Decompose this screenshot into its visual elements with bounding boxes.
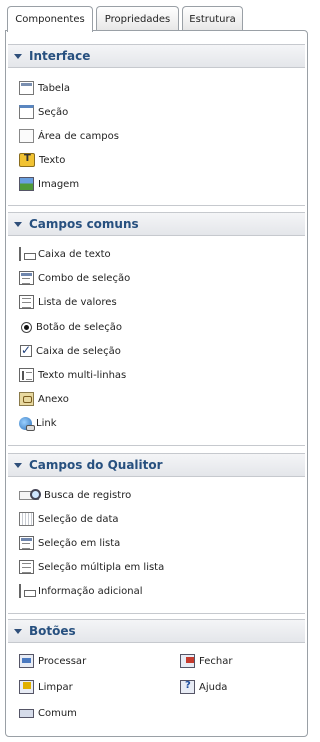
component-tabela[interactable]: Tabela (19, 80, 70, 96)
tab-bar: Componentes Propriedades Estrutura (0, 0, 315, 32)
combo-icon (19, 271, 34, 285)
component-caixa-de-texto[interactable]: Caixa de texto (19, 246, 111, 262)
list-select-icon (19, 536, 34, 550)
image-icon (19, 177, 34, 191)
section-botoes: Botões Processar Fechar Limpar Ajuda Com… (8, 619, 305, 742)
field-area-icon (19, 129, 34, 143)
collapse-triangle-icon (14, 628, 22, 634)
component-anexo[interactable]: Anexo (19, 391, 69, 407)
tab-propriedades[interactable]: Propriedades (96, 6, 179, 31)
section-header-campos-do-qualitor[interactable]: Campos do Qualitor (8, 453, 305, 477)
component-processar[interactable]: Processar (19, 653, 86, 669)
section-campos-comuns: Campos comuns Caixa de texto Combo de se… (8, 212, 305, 446)
tab-estrutura[interactable]: Estrutura (182, 6, 243, 31)
text-icon (19, 153, 35, 167)
component-selecao-multipla-em-lista[interactable]: Seleção múltipla em lista (19, 559, 164, 575)
collapse-triangle-icon (14, 462, 22, 468)
component-texto-multi-linhas[interactable]: Texto multi-linhas (19, 367, 126, 383)
multi-list-icon (19, 560, 34, 574)
component-ajuda[interactable]: Ajuda (180, 679, 227, 695)
component-informacao-adicional[interactable]: Informação adicional (19, 583, 143, 599)
section-title: Botões (29, 624, 76, 638)
link-icon (19, 416, 35, 431)
tab-componentes[interactable]: Componentes (7, 6, 93, 32)
section-header-campos-comuns[interactable]: Campos comuns (8, 212, 305, 236)
component-fechar[interactable]: Fechar (180, 653, 232, 669)
component-selecao-em-lista[interactable]: Seleção em lista (19, 535, 120, 551)
component-secao[interactable]: Seção (19, 104, 68, 120)
section-header-botoes[interactable]: Botões (8, 619, 305, 643)
section-campos-do-qualitor: Campos do Qualitor Busca de registro Sel… (8, 453, 305, 614)
radio-icon (21, 321, 32, 333)
checkbox-icon (20, 343, 32, 357)
collapse-triangle-icon (14, 221, 22, 227)
section-title: Campos do Qualitor (29, 458, 163, 472)
section-icon (19, 105, 34, 119)
component-area-de-campos[interactable]: Área de campos (19, 128, 119, 144)
section-title: Campos comuns (29, 217, 139, 231)
components-panel: Interface Tabela Seção Área de campos Te… (5, 30, 308, 737)
list-icon (19, 295, 34, 309)
attachment-icon (19, 392, 34, 406)
textbox-icon (19, 247, 36, 261)
component-imagem[interactable]: Imagem (19, 176, 79, 192)
common-button-icon (19, 708, 34, 718)
section-header-interface[interactable]: Interface (8, 44, 305, 68)
component-lista-de-valores[interactable]: Lista de valores (19, 294, 117, 310)
section-interface: Interface Tabela Seção Área de campos Te… (8, 44, 305, 206)
component-busca-de-registro[interactable]: Busca de registro (19, 487, 131, 503)
close-icon (180, 654, 195, 668)
help-icon (180, 680, 195, 694)
component-combo-de-selecao[interactable]: Combo de seleção (19, 270, 130, 286)
section-title: Interface (29, 49, 91, 63)
table-icon (19, 81, 34, 95)
date-icon (19, 512, 34, 526)
component-botao-de-selecao[interactable]: Botão de seleção (19, 319, 122, 335)
collapse-triangle-icon (14, 53, 22, 59)
component-comum[interactable]: Comum (19, 705, 77, 721)
multiline-icon (19, 368, 34, 382)
component-texto[interactable]: Texto (19, 152, 65, 168)
clear-icon (19, 680, 34, 694)
search-icon (19, 488, 41, 500)
component-limpar[interactable]: Limpar (19, 679, 73, 695)
process-icon (19, 654, 34, 668)
component-link[interactable]: Link (19, 415, 56, 431)
component-selecao-de-data[interactable]: Seleção de data (19, 511, 119, 527)
info-icon (19, 584, 36, 598)
component-caixa-de-selecao[interactable]: Caixa de seleção (19, 343, 121, 359)
